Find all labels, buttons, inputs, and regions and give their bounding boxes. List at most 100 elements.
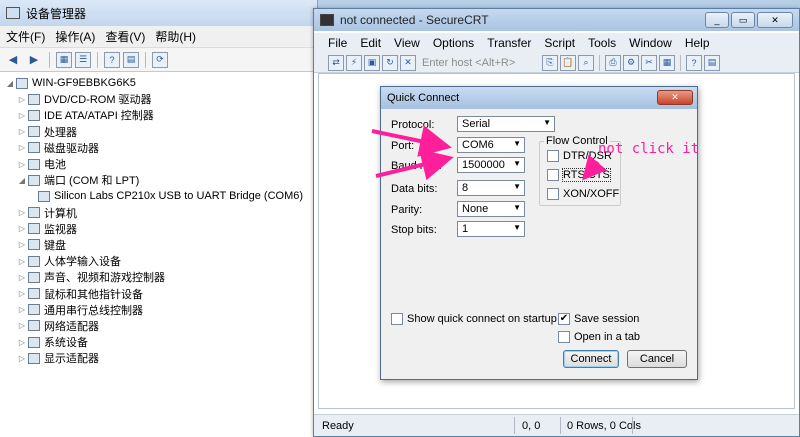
settings-icon[interactable]: ⚙ (623, 54, 639, 71)
stop-bits-select[interactable]: 1 ▼ (457, 221, 525, 237)
keymap-icon[interactable]: ▦ (659, 54, 675, 71)
tree-item-ports[interactable]: ◢ 端口 (COM 和 LPT) (4, 172, 317, 188)
tree-item-sound[interactable]: ▷ 声音、视频和游戏控制器 (4, 269, 317, 285)
menu-window[interactable]: Window (629, 36, 672, 50)
checkbox-box[interactable] (558, 331, 570, 343)
expand-arrow-icon[interactable]: ▷ (16, 111, 28, 120)
menu-file[interactable]: 文件(F) (6, 28, 45, 45)
checkbox-box[interactable] (547, 169, 559, 181)
protocol-value: Serial (462, 118, 491, 130)
scan-hardware-icon[interactable]: ⟳ (152, 51, 168, 68)
menu-help[interactable]: Help (685, 36, 710, 50)
menu-transfer[interactable]: Transfer (487, 36, 531, 50)
tree-item-network[interactable]: ▷ 网络适配器 (4, 318, 317, 334)
reconnect-icon[interactable]: ↻ (382, 54, 398, 71)
view-icon[interactable]: ▤ (123, 51, 139, 68)
expand-arrow-icon[interactable]: ▷ (16, 127, 28, 136)
cancel-button[interactable]: Cancel (627, 350, 687, 368)
quick-connect-icon[interactable]: ⚡ (346, 54, 362, 71)
parity-select[interactable]: None ▼ (457, 201, 525, 217)
tree-item-processor[interactable]: ▷ 处理器 (4, 124, 317, 140)
back-arrow-icon[interactable]: ◀ (4, 51, 22, 69)
tree-item-dvd[interactable]: ▷ DVD/CD-ROM 驱动器 (4, 91, 317, 107)
tree-item-usb[interactable]: ▷ 通用串行总线控制器 (4, 302, 317, 318)
tree-item-keyboard[interactable]: ▷ 键盘 (4, 237, 317, 253)
print-icon[interactable]: ⎙ (605, 54, 621, 71)
port-value: COM6 (462, 139, 494, 151)
tree-item-label: 人体学输入设备 (44, 256, 121, 269)
dropdown-arrow-icon: ▼ (543, 118, 551, 127)
expand-arrow-icon[interactable]: ▷ (16, 257, 28, 266)
tree-item-monitor[interactable]: ▷ 监视器 (4, 221, 317, 237)
menu-script[interactable]: Script (544, 36, 575, 50)
collapse-arrow-icon[interactable]: ◢ (16, 176, 28, 185)
tree-item-computer[interactable]: ▷ 计算机 (4, 205, 317, 221)
rts-cts-label: RTS/CTS (562, 168, 611, 182)
disconnect-icon[interactable]: ✕ (400, 54, 416, 71)
checkbox-box[interactable] (547, 188, 559, 200)
expand-arrow-icon[interactable]: ▷ (16, 354, 28, 363)
menu-view[interactable]: View (394, 36, 420, 50)
host-input[interactable]: Enter host <Alt+R> (422, 57, 534, 69)
expand-arrow-icon[interactable]: ▷ (16, 321, 28, 330)
about-icon[interactable]: ▤ (704, 54, 720, 71)
toolbar-separator (145, 51, 146, 68)
expand-arrow-icon[interactable]: ▷ (16, 305, 28, 314)
checkbox-box[interactable] (391, 313, 403, 325)
tree-item-battery[interactable]: ▷ 电池 (4, 156, 317, 172)
checkbox-box[interactable]: ✔ (558, 313, 570, 325)
expand-arrow-icon[interactable]: ▷ (16, 208, 28, 217)
minimize-icon[interactable]: _ (705, 12, 729, 28)
expand-arrow-icon[interactable]: ▷ (16, 224, 28, 233)
open-in-tab-checkbox[interactable]: Open in a tab (558, 331, 640, 343)
expand-arrow-icon[interactable]: ▷ (16, 273, 28, 282)
menu-tools[interactable]: Tools (588, 36, 616, 50)
expand-arrow-icon[interactable]: ▷ (16, 143, 28, 152)
tree-item-display[interactable]: ▷ 显示适配器 (4, 350, 317, 366)
copy-icon[interactable]: ⎘ (542, 54, 558, 71)
tree-item-cp210x[interactable]: Silicon Labs CP210x USB to UART Bridge (… (4, 188, 317, 204)
connect-in-tab-icon[interactable]: ▣ (364, 54, 380, 71)
tree-item-mouse[interactable]: ▷ 鼠标和其他指针设备 (4, 285, 317, 301)
menu-options[interactable]: Options (433, 36, 474, 50)
rts-cts-checkbox[interactable]: RTS/CTS (547, 168, 611, 182)
paste-icon[interactable]: 📋 (560, 54, 576, 71)
menu-file[interactable]: File (328, 36, 347, 50)
expand-arrow-icon[interactable]: ▷ (16, 95, 28, 104)
connect-icon[interactable]: ⇄ (328, 54, 344, 71)
protocol-select[interactable]: Serial ▼ (457, 116, 555, 132)
help-icon[interactable]: ? (104, 51, 120, 68)
tree-item-disk[interactable]: ▷ 磁盘驱动器 (4, 140, 317, 156)
expand-arrow-icon[interactable]: ▷ (16, 240, 28, 249)
tree-item-system[interactable]: ▷ 系统设备 (4, 334, 317, 350)
show-on-startup-checkbox[interactable]: Show quick connect on startup (391, 313, 557, 325)
expand-arrow-icon[interactable]: ▷ (16, 289, 28, 298)
baud-rate-select[interactable]: 1500000 ▼ (457, 157, 525, 173)
tree-item-hid[interactable]: ▷ 人体学输入设备 (4, 253, 317, 269)
xon-xoff-checkbox[interactable]: XON/XOFF (547, 188, 619, 200)
port-select[interactable]: COM6 ▼ (457, 137, 525, 153)
save-session-checkbox[interactable]: ✔ Save session (558, 313, 639, 325)
show-hide-tree-icon[interactable]: ▦ (56, 51, 72, 68)
connect-button[interactable]: Connect (563, 350, 619, 368)
close-icon[interactable]: ✕ (657, 90, 693, 105)
close-icon[interactable]: ✕ (757, 12, 793, 28)
menu-edit[interactable]: Edit (360, 36, 381, 50)
expand-arrow-icon[interactable]: ▷ (16, 160, 28, 169)
menu-view[interactable]: 查看(V) (105, 28, 145, 45)
maximize-icon[interactable]: ▭ (731, 12, 755, 28)
properties-icon[interactable]: ☰ (75, 51, 91, 68)
tree-item-ide[interactable]: ▷ IDE ATA/ATAPI 控制器 (4, 107, 317, 123)
tree-item-label: 计算机 (44, 207, 77, 220)
options-icon[interactable]: ✂ (641, 54, 657, 71)
menu-action[interactable]: 操作(A) (55, 28, 95, 45)
collapse-arrow-icon[interactable]: ◢ (4, 79, 16, 88)
help-icon[interactable]: ? (686, 54, 702, 71)
checkbox-box[interactable] (547, 150, 559, 162)
expand-arrow-icon[interactable]: ▷ (16, 338, 28, 347)
data-bits-select[interactable]: 8 ▼ (457, 180, 525, 196)
forward-arrow-icon[interactable]: ▶ (25, 51, 43, 69)
find-icon[interactable]: ⌕ (578, 54, 594, 71)
tree-root[interactable]: ◢ WIN-GF9EBBKG6K5 (4, 75, 317, 91)
menu-help[interactable]: 帮助(H) (155, 28, 196, 45)
